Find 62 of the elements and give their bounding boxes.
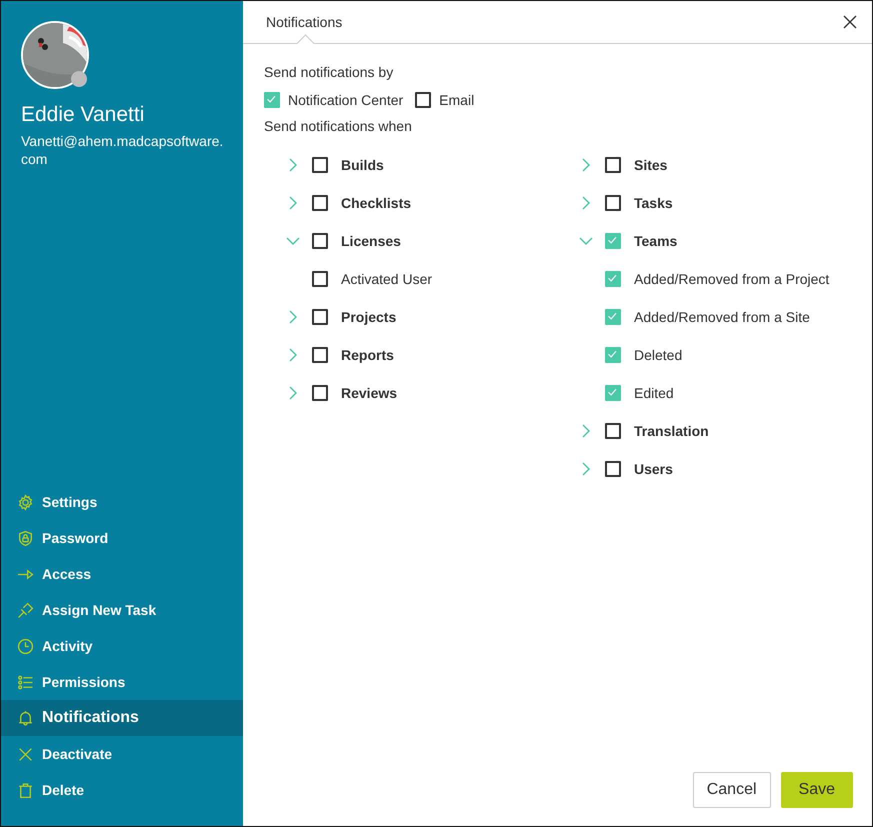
sidebar-item[interactable]: Assign New Task <box>1 592 243 628</box>
option-label: Added/Removed from a Site <box>634 309 810 325</box>
clock-icon <box>17 638 34 654</box>
section-label: Send notifications when <box>264 118 413 134</box>
checkbox[interactable] <box>605 271 621 287</box>
checkbox[interactable] <box>605 195 621 211</box>
option-label: Edited <box>634 385 674 401</box>
checkbox[interactable] <box>312 157 328 173</box>
sidebar-item[interactable]: Access <box>1 556 243 592</box>
checkbox[interactable] <box>312 385 328 401</box>
save-button[interactable]: Save <box>780 772 853 808</box>
bell-icon <box>17 710 34 726</box>
close-icon <box>17 746 34 762</box>
group-label: Reviews <box>341 385 398 401</box>
status-dot <box>71 71 87 87</box>
option-label: Added/Removed from a Project <box>634 271 830 287</box>
checkbox[interactable] <box>415 92 432 108</box>
checkbox[interactable] <box>605 423 621 439</box>
shield-lock-icon <box>17 530 34 546</box>
group-label: Users <box>634 461 673 477</box>
checkbox-label: Email <box>439 92 474 108</box>
group-label: Projects <box>341 309 396 325</box>
checkbox[interactable] <box>312 347 328 363</box>
user-name: Eddie Vanetti <box>21 103 146 127</box>
group-label: Checklists <box>341 195 412 211</box>
sidebar-item[interactable]: Settings <box>1 484 243 520</box>
checkbox[interactable] <box>605 461 621 477</box>
sidebar-item[interactable]: Delete <box>1 772 243 808</box>
list-icon <box>17 674 34 690</box>
checkbox[interactable] <box>264 92 280 108</box>
checkbox[interactable] <box>605 385 621 401</box>
group-label: Translation <box>634 423 709 439</box>
section-label: Send notifications by <box>264 64 394 80</box>
sidebar-item[interactable]: Activity <box>1 628 243 664</box>
sidebar-item[interactable]: Deactivate <box>1 736 243 772</box>
checkbox[interactable] <box>312 233 328 249</box>
checkbox[interactable] <box>312 195 328 211</box>
trash-icon <box>17 782 34 798</box>
option-label: Activated User <box>341 271 432 287</box>
pin-icon <box>17 602 34 618</box>
checkbox[interactable] <box>605 157 621 173</box>
user-email: Vanetti@ahem.madcapsoftware.com <box>21 132 224 168</box>
gear-icon <box>17 494 34 510</box>
sidebar-item[interactable]: Password <box>1 520 243 556</box>
group-label: Tasks <box>634 195 673 211</box>
group-label: Builds <box>341 157 384 173</box>
checkbox[interactable] <box>312 271 328 287</box>
checkbox[interactable] <box>312 309 328 325</box>
cancel-button[interactable]: Cancel <box>692 772 771 808</box>
checkbox[interactable] <box>605 347 621 363</box>
group-label: Sites <box>634 157 668 173</box>
checkbox[interactable] <box>605 309 621 325</box>
option-label: Deleted <box>634 347 682 363</box>
close-icon[interactable] <box>843 15 857 29</box>
group-label: Teams <box>634 233 678 249</box>
checkbox-label: Notification Center <box>288 92 404 108</box>
checkbox[interactable] <box>605 233 621 249</box>
group-label: Licenses <box>341 233 401 249</box>
sidebar-item[interactable]: Notifications <box>1 700 243 736</box>
sidebar-item[interactable]: Permissions <box>1 664 243 700</box>
dialog-tab[interactable]: Notifications <box>266 14 342 30</box>
group-label: Reports <box>341 347 394 363</box>
